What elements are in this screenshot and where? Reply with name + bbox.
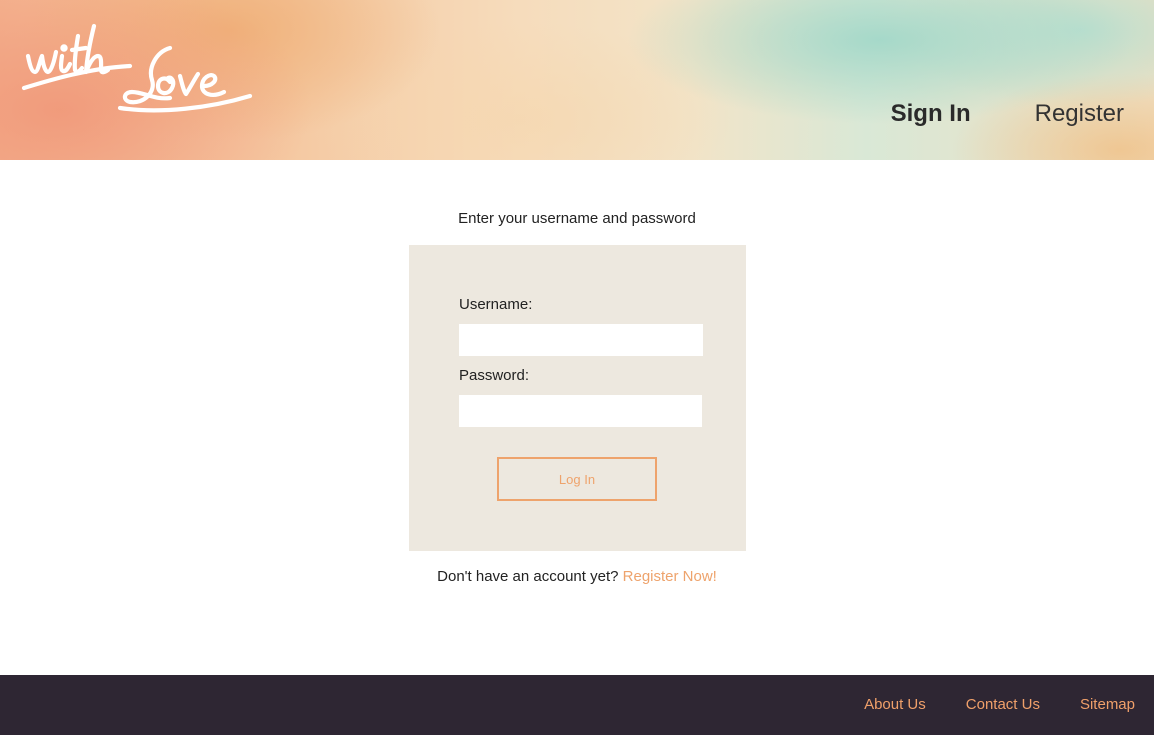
register-prompt-line: Don't have an account yet? Register Now! [0,568,1154,585]
with-love-logo[interactable] [20,18,256,118]
login-intro-text: Enter your username and password [458,210,696,227]
nav-register[interactable]: Register [1035,100,1124,128]
nav-sign-in[interactable]: Sign In [891,100,971,128]
footer-link-contact-us[interactable]: Contact Us [966,696,1040,713]
login-form: Username: Password: Log In [409,245,746,551]
register-prompt-text: Don't have an account yet? [437,568,619,585]
footer: About Us Contact Us Sitemap [0,675,1154,735]
username-label: Username: [459,296,533,313]
footer-link-about-us[interactable]: About Us [864,696,926,713]
username-input[interactable] [459,324,703,356]
header-banner: Sign In Register [0,0,1154,160]
password-input[interactable] [459,395,702,427]
log-in-button[interactable]: Log In [497,457,657,501]
password-label: Password: [459,367,530,384]
footer-links: About Us Contact Us Sitemap [864,696,1135,713]
register-now-link[interactable]: Register Now! [623,568,717,585]
footer-link-sitemap[interactable]: Sitemap [1080,696,1135,713]
main-nav: Sign In Register [891,100,1124,128]
with-love-logo-graphic [21,23,253,113]
page: Sign In Register Enter your username and… [0,0,1154,735]
